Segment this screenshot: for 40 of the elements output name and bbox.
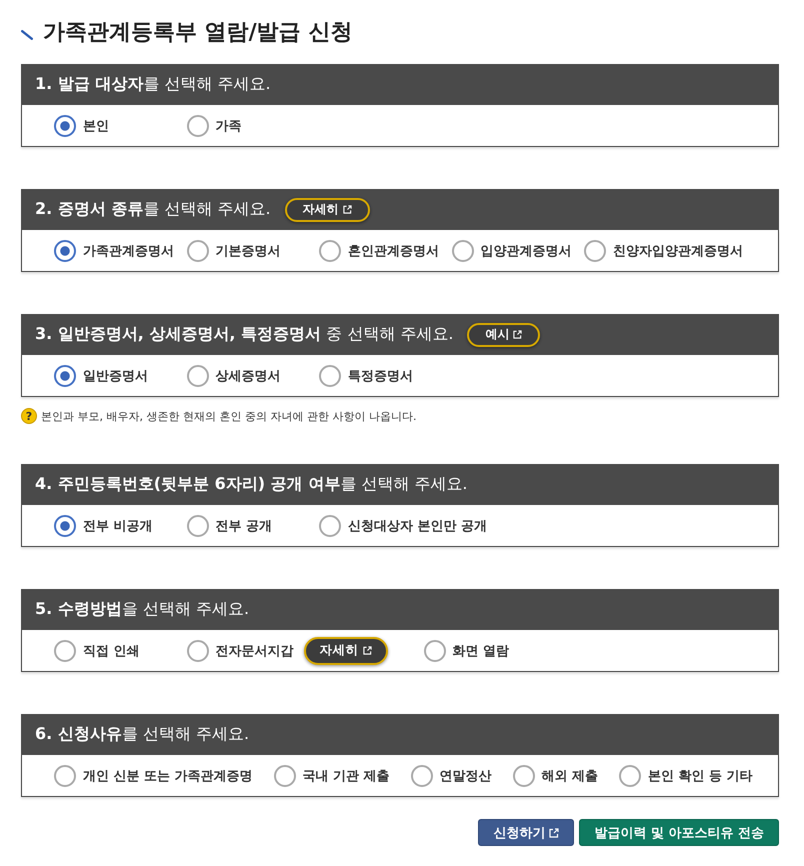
section-title: 6. 신청사유를 선택해 주세요.	[35, 724, 250, 745]
radio-option[interactable]: 본인 확인 등 기타	[619, 764, 753, 786]
page-title: 가족관계등록부 열람/발급 신청	[43, 19, 352, 47]
hint-text: 본인과 부모, 배우자, 생존한 현재의 혼인 중의 자녀에 관한 사항이 나옵니다.	[41, 408, 416, 424]
external-link-icon	[362, 646, 372, 655]
radio-option[interactable]: 국내 기관 제출	[274, 764, 390, 786]
radio-option[interactable]: 본인	[54, 114, 109, 136]
section-title: 4. 주민등록번호(뒷부분 6자리) 공개 여부를 선택해 주세요.	[35, 474, 468, 495]
radio-option[interactable]: 가족관계증명서	[54, 240, 174, 262]
radio-option[interactable]: 연말정산	[410, 764, 492, 786]
radio-option[interactable]: 개인 신분 또는 가족관계증명	[54, 764, 253, 786]
slash-icon	[21, 30, 33, 40]
radio-option[interactable]: 전부 공개	[186, 514, 272, 536]
section-title: 3. 일반증명서, 상세증명서, 특정증명서 중 선택해 주세요.	[35, 324, 454, 345]
info-button[interactable]: 예시	[467, 322, 540, 346]
radio-option[interactable]: 신청대상자 본인만 공개	[319, 514, 488, 536]
radio-option[interactable]: 기본증명서	[186, 240, 280, 262]
external-link-icon	[342, 205, 352, 214]
section-title: 1. 발급 대상자를 선택해 주세요.	[35, 74, 271, 95]
radio-option[interactable]: 직접 인쇄	[54, 640, 140, 662]
radio-option[interactable]: 상세증명서	[186, 364, 280, 386]
external-link-icon	[513, 330, 522, 339]
apply-button[interactable]: 신청하기	[478, 819, 574, 846]
section-title: 5. 수령방법을 선택해 주세요.	[35, 599, 250, 620]
radio-option[interactable]: 특정증명서	[319, 364, 413, 386]
radio-option[interactable]: 혼인관계증명서	[319, 240, 439, 262]
external-link-icon	[549, 828, 560, 838]
help-icon: ?	[21, 408, 37, 424]
info-button[interactable]: 자세히	[284, 198, 370, 222]
section-title: 2. 증명서 종류를 선택해 주세요.	[35, 199, 271, 220]
radio-option[interactable]: 일반증명서	[54, 364, 148, 386]
radio-option[interactable]: 입양관계증명서	[452, 240, 572, 262]
info-button[interactable]: 자세히	[304, 636, 388, 664]
radio-option[interactable]: 가족	[186, 114, 242, 136]
radio-option[interactable]: 전부 비공개	[54, 514, 153, 536]
radio-option[interactable]: 친양자입양관계증명서	[584, 240, 743, 262]
send-button[interactable]: 발급이력 및 아포스티유 전송	[579, 819, 779, 846]
radio-option[interactable]: 화면 열람	[424, 640, 510, 662]
radio-option[interactable]: 전자문서지갑	[186, 640, 294, 662]
radio-option[interactable]: 해외 제출	[512, 764, 598, 786]
